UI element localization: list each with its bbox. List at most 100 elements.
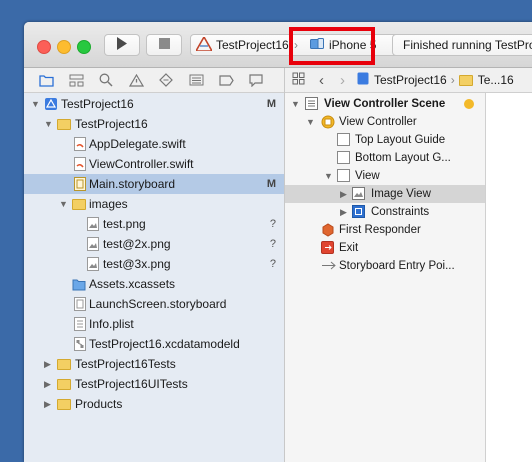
- disclosure-open-icon[interactable]: ▼: [44, 114, 54, 134]
- disclosure-closed-icon[interactable]: ▶: [44, 394, 54, 414]
- tree-item-label: images: [89, 197, 128, 211]
- device-selector[interactable]: iPhone 5: [300, 37, 376, 53]
- tree-item-group[interactable]: ▼ images: [24, 194, 284, 214]
- tree-item-label: TestProject16.xcdatamodeld: [89, 337, 240, 351]
- disclosure-closed-icon[interactable]: ▶: [44, 354, 54, 374]
- tree-item-file[interactable]: LaunchScreen.storyboard: [24, 294, 284, 314]
- forward-arrow-icon[interactable]: ›: [340, 72, 345, 89]
- project-navigator: ▼ TestProject16 M ▼ TestProject16 AppDel…: [24, 68, 285, 462]
- zoom-window-button[interactable]: [77, 40, 91, 54]
- tree-item-project[interactable]: ▼ TestProject16 M: [24, 94, 284, 114]
- swift-file-icon: [74, 157, 88, 171]
- folder-icon: [72, 197, 86, 211]
- search-icon[interactable]: [98, 72, 114, 88]
- outline-top-layout-guide[interactable]: Top Layout Guide: [285, 131, 485, 149]
- outline-exit[interactable]: Exit: [285, 239, 485, 257]
- tree-item-label: Main.storyboard: [89, 177, 176, 191]
- datamodel-icon: [74, 337, 88, 351]
- outline-bottom-layout-guide[interactable]: Bottom Layout G...: [285, 149, 485, 167]
- status-badge: M: [266, 178, 276, 190]
- debug-icon[interactable]: [188, 72, 204, 88]
- tree-item-label: test.png: [103, 217, 146, 231]
- app-target-icon: [194, 36, 214, 54]
- folder-icon: [57, 117, 71, 131]
- swift-file-icon: [74, 137, 88, 151]
- disclosure-open-icon[interactable]: ▼: [291, 95, 301, 113]
- tree-item-file-selected[interactable]: Main.storyboard M: [24, 174, 284, 194]
- scene-icon: [305, 97, 319, 111]
- breadcrumb-project[interactable]: TestProject16: [374, 73, 447, 87]
- tree-item-label: test@3x.png: [103, 257, 171, 271]
- stop-button[interactable]: [146, 34, 182, 56]
- tree-item-group[interactable]: ▼ TestProject16: [24, 114, 284, 134]
- tree-item-file[interactable]: test@3x.png ?: [24, 254, 284, 274]
- disclosure-open-icon[interactable]: ▼: [306, 113, 316, 131]
- outline-first-responder[interactable]: First Responder: [285, 221, 485, 239]
- scheme-project[interactable]: TestProject16: [191, 36, 292, 54]
- breadcrumb[interactable]: TestProject16 › Te...16: [357, 72, 514, 88]
- project-icon: [357, 72, 369, 88]
- outline-storyboard-entry-point[interactable]: Storyboard Entry Poi...: [285, 257, 485, 275]
- tree-item-label: TestProject16: [61, 97, 134, 111]
- breakpoint-icon[interactable]: [218, 72, 234, 88]
- storyboard-icon: [74, 177, 88, 191]
- tree-item-file[interactable]: test.png ?: [24, 214, 284, 234]
- tree-item-file[interactable]: AppDelegate.swift: [24, 134, 284, 154]
- outline-view[interactable]: ▼ View: [285, 167, 485, 185]
- layout-guide-icon: [337, 151, 351, 165]
- tree-item-file[interactable]: Assets.xcassets: [24, 274, 284, 294]
- outline-label: Image View: [371, 188, 431, 200]
- folder-icon: [458, 74, 473, 86]
- disclosure-closed-icon[interactable]: ▶: [340, 203, 350, 221]
- tree-item-file[interactable]: TestProject16.xcdatamodeld: [24, 334, 284, 354]
- tree-item-file[interactable]: Info.plist: [24, 314, 284, 334]
- storyboard-icon: [74, 297, 88, 311]
- disclosure-closed-icon[interactable]: ▶: [340, 185, 350, 203]
- disclosure-closed-icon[interactable]: ▶: [44, 374, 54, 394]
- chevron-right-icon: ›: [450, 73, 455, 87]
- folder-icon[interactable]: [38, 72, 54, 88]
- storyboard-canvas[interactable]: [486, 93, 532, 462]
- outline-image-view[interactable]: ▶ Image View: [285, 185, 485, 203]
- back-arrow-icon[interactable]: ‹: [319, 72, 324, 89]
- minimize-window-button[interactable]: [57, 40, 71, 54]
- outline-label: View: [355, 170, 380, 182]
- disclosure-open-icon[interactable]: ▼: [324, 167, 334, 185]
- status-badge: ?: [269, 258, 276, 270]
- outline-view-controller[interactable]: ▼ View Controller: [285, 113, 485, 131]
- assets-icon: [72, 277, 86, 291]
- run-button[interactable]: [104, 34, 140, 56]
- outline-label: Top Layout Guide: [355, 134, 446, 146]
- tree-item-file[interactable]: test@2x.png ?: [24, 234, 284, 254]
- exit-icon: [321, 241, 335, 255]
- jump-bar: ‹ › TestProject16 › Te...16: [285, 68, 532, 93]
- disclosure-open-icon[interactable]: ▼: [59, 194, 69, 214]
- tree-item-label: ViewController.swift: [89, 157, 194, 171]
- tree-item-label: Products: [75, 397, 123, 411]
- layout-guide-icon: [337, 133, 351, 147]
- hierarchy-icon[interactable]: [68, 72, 84, 88]
- outline-scene[interactable]: ▼ View Controller Scene: [285, 95, 485, 113]
- disclosure-open-icon[interactable]: ▼: [31, 94, 41, 114]
- warning-icon[interactable]: [128, 72, 144, 88]
- outline-constraints[interactable]: ▶ Constraints: [285, 203, 485, 221]
- test-icon[interactable]: [158, 72, 174, 88]
- tree-item-group[interactable]: ▶ Products: [24, 394, 284, 414]
- tree-item-group[interactable]: ▶ TestProject16UITests: [24, 374, 284, 394]
- tree-item-file[interactable]: ViewController.swift: [24, 154, 284, 174]
- outline-label: Exit: [339, 242, 359, 254]
- folder-icon: [57, 357, 71, 371]
- outline-label: Bottom Layout G...: [355, 152, 451, 164]
- project-icon: [44, 97, 58, 111]
- stop-icon: [158, 38, 170, 52]
- image-file-icon: [87, 217, 101, 231]
- related-items-icon[interactable]: [292, 72, 305, 88]
- tree-item-group[interactable]: ▶ TestProject16Tests: [24, 354, 284, 374]
- outline-label: Storyboard Entry Poi...: [339, 260, 455, 272]
- navigator-tab-bar: [24, 68, 284, 93]
- play-icon: [116, 37, 128, 53]
- tree-item-label: test@2x.png: [103, 237, 171, 251]
- breadcrumb-group[interactable]: Te...16: [478, 73, 514, 87]
- close-window-button[interactable]: [37, 40, 51, 54]
- report-icon[interactable]: [248, 72, 264, 88]
